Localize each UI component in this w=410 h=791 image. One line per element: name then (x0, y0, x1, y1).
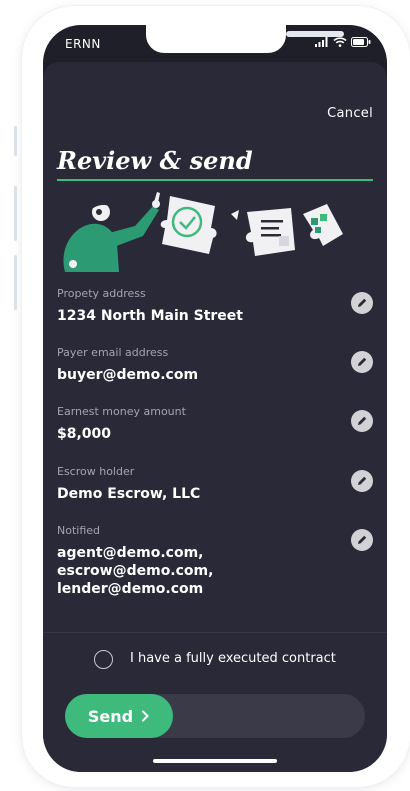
field-label: Payer email address (57, 346, 169, 359)
contract-checkbox-label[interactable]: I have a fully executed contract (130, 651, 336, 666)
notch (146, 25, 344, 53)
field-value-line1: agent@demo.com, escrow@demo.com, (57, 545, 214, 579)
volume-up-button (14, 186, 17, 241)
field-value-line2: lender@demo.com (57, 581, 204, 597)
home-indicator (153, 759, 277, 763)
edit-property-address-button[interactable] (351, 292, 373, 314)
review-illustration (63, 192, 343, 272)
field-value: buyer@demo.com (57, 367, 199, 383)
chevron-right-icon (142, 710, 150, 722)
signal-icon (315, 37, 328, 47)
field-property-address: Propety address 1234 North Main Street (57, 287, 337, 325)
field-value: 1234 North Main Street (57, 308, 243, 324)
pencil-icon (358, 476, 367, 485)
document-card-illustration (245, 208, 295, 256)
field-notified: Notified agent@demo.com, escrow@demo.com… (57, 524, 337, 598)
check-card-illustration (160, 196, 217, 254)
divider (43, 632, 387, 633)
contract-checkbox[interactable] (94, 650, 113, 669)
phone-screen: ERNN Cancel Review & send Propety addres… (43, 25, 387, 772)
edit-payer-email-button[interactable] (351, 351, 373, 373)
edit-notified-button[interactable] (351, 529, 373, 551)
field-label: Propety address (57, 287, 146, 300)
volume-down-button (14, 255, 17, 310)
field-value: $8,000 (57, 426, 112, 442)
battery-icon (351, 37, 371, 47)
send-button[interactable]: Send (65, 694, 173, 738)
pencil-icon (358, 357, 367, 366)
wifi-icon (333, 37, 347, 47)
send-button-label: Send (87, 706, 134, 726)
edit-escrow-holder-button[interactable] (351, 470, 373, 492)
field-value: Demo Escrow, LLC (57, 486, 201, 502)
field-escrow-holder: Escrow holder Demo Escrow, LLC (57, 465, 337, 503)
edit-earnest-money-button[interactable] (351, 410, 373, 432)
pencil-icon (358, 535, 367, 544)
pencil-icon (358, 416, 367, 425)
field-label: Notified (57, 524, 101, 537)
field-payer-email: Payer email address buyer@demo.com (57, 346, 337, 384)
pencil-icon (358, 298, 367, 307)
cancel-button[interactable]: Cancel (327, 106, 373, 121)
title-underline (57, 179, 373, 181)
page-title: Review & send (57, 146, 253, 175)
house-card-illustration (303, 204, 343, 246)
field-earnest-money: Earnest money amount $8,000 (57, 405, 337, 443)
carrier-name: ERNN (65, 37, 101, 51)
field-label: Earnest money amount (57, 405, 186, 418)
status-icons (315, 37, 371, 47)
mute-switch (14, 126, 17, 156)
person-illustration (63, 192, 160, 272)
field-label: Escrow holder (57, 465, 135, 478)
